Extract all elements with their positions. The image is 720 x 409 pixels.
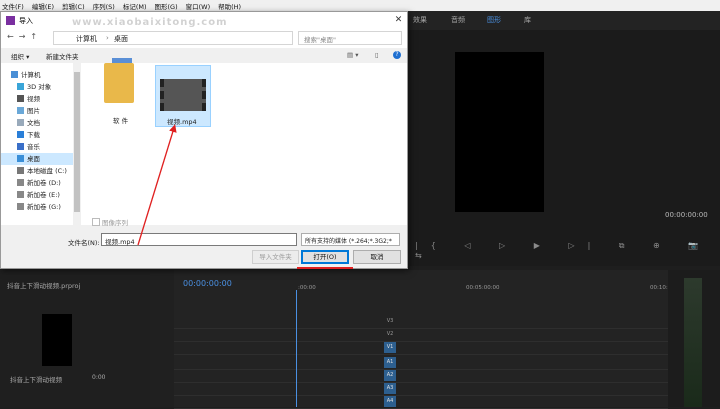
filename-label: 文件名(N): bbox=[68, 239, 100, 247]
track-label[interactable]: A2 bbox=[384, 370, 396, 381]
cube-icon bbox=[17, 83, 24, 90]
tab-audio[interactable]: 音频 bbox=[451, 15, 465, 25]
checkbox-icon bbox=[92, 218, 100, 226]
monitor-timecode: 00:00:00:00 bbox=[665, 211, 708, 219]
track-row: A2 bbox=[174, 370, 668, 383]
track-label[interactable]: A1 bbox=[384, 357, 396, 368]
file-label: 视频.mp4 bbox=[167, 118, 197, 126]
playhead[interactable] bbox=[296, 290, 297, 407]
organize-button[interactable]: 组织 ▾ bbox=[11, 51, 29, 61]
search-input[interactable]: 搜索"桌面" bbox=[298, 31, 402, 45]
ruler-label: :00:00 bbox=[298, 285, 316, 291]
folder-label: 软 件 bbox=[113, 117, 129, 125]
monitor-video-frame bbox=[455, 52, 544, 212]
image-sequence-checkbox[interactable]: 图像序列 bbox=[92, 217, 128, 227]
filetype-select[interactable]: 所有支持的媒体 (*.264;*.3G2;* bbox=[301, 233, 400, 246]
help-icon[interactable]: ? bbox=[393, 51, 401, 59]
track-row: V2 bbox=[174, 329, 668, 342]
filename-input[interactable]: 视频.mp4 bbox=[101, 233, 297, 246]
sidebar-nav: 计算机 3D 对象 视频 图片 文档 下载 音乐 桌面 本地磁盘 (C:) 新加… bbox=[1, 63, 89, 225]
drive-icon bbox=[17, 179, 24, 186]
menu-sequence[interactable]: 序列(S) bbox=[93, 1, 115, 11]
address-bar: ←→↑ 计算机 › 桌面 搜索"桌面" bbox=[1, 29, 407, 48]
folder-shape bbox=[104, 63, 134, 103]
tools-panel bbox=[150, 270, 174, 407]
nav-arrows-icon[interactable]: ←→↑ bbox=[7, 32, 42, 41]
command-bar: 组织 ▾ 新建文件夹 ▤ ▾ ▯ ? bbox=[1, 48, 407, 63]
menu-edit[interactable]: 编辑(E) bbox=[32, 1, 54, 11]
project-title: 抖音上下滑动视频.prproj bbox=[7, 282, 81, 290]
dialog-title: 导入 bbox=[19, 17, 33, 25]
track-label[interactable]: A3 bbox=[384, 383, 396, 394]
menu-graphics[interactable]: 图形(G) bbox=[155, 1, 178, 11]
project-panel bbox=[0, 270, 150, 407]
breadcrumb-computer[interactable]: 计算机 bbox=[76, 34, 97, 44]
tab-graphics[interactable]: 图形 bbox=[487, 15, 501, 25]
timeline-timecode[interactable]: 00:00:00:00 bbox=[183, 279, 232, 288]
scrollbar-thumb[interactable] bbox=[74, 72, 80, 212]
menu-file[interactable]: 文件(F) bbox=[2, 1, 24, 11]
computer-icon bbox=[11, 71, 18, 78]
open-button[interactable]: 打开(O) bbox=[301, 250, 349, 264]
cancel-button[interactable]: 取消 bbox=[353, 250, 401, 264]
watermark-text: www.xiaobaixitong.com bbox=[72, 17, 228, 28]
project-clip-duration: 0:00 bbox=[92, 374, 106, 381]
project-clip-name: 抖音上下滑动视频 bbox=[10, 376, 62, 384]
picture-icon bbox=[17, 107, 24, 114]
track-label[interactable]: A4 bbox=[384, 396, 396, 407]
drive-icon bbox=[17, 167, 24, 174]
app-menubar: 文件(F) 编辑(E) 剪辑(C) 序列(S) 标记(M) 图形(G) 窗口(W… bbox=[0, 0, 720, 11]
track-row: A4 bbox=[174, 396, 668, 409]
view-options-icon[interactable]: ▤ ▾ bbox=[347, 51, 358, 59]
download-icon bbox=[17, 131, 24, 138]
track-label[interactable]: V3 bbox=[384, 316, 396, 327]
track-row: V1 bbox=[174, 342, 668, 355]
new-folder-button[interactable]: 新建文件夹 bbox=[46, 51, 79, 61]
tab-effects[interactable]: 效果 bbox=[413, 15, 427, 25]
music-icon bbox=[17, 143, 24, 150]
drive-icon bbox=[17, 191, 24, 198]
import-folder-button[interactable]: 导入文件夹 bbox=[252, 250, 299, 264]
track-row: V3 bbox=[174, 316, 668, 329]
menu-window[interactable]: 窗口(W) bbox=[186, 1, 211, 11]
premiere-icon bbox=[6, 16, 15, 25]
highlight-underline bbox=[297, 267, 353, 269]
close-icon[interactable]: ✕ bbox=[390, 12, 407, 29]
project-clip-thumbnail[interactable] bbox=[42, 314, 72, 366]
ruler-label: 00:05:00:00 bbox=[466, 285, 500, 291]
folder-item-software[interactable] bbox=[102, 57, 142, 113]
address-field[interactable]: 计算机 › 桌面 bbox=[53, 31, 293, 45]
film-icon bbox=[17, 95, 24, 102]
video-file-icon bbox=[160, 79, 206, 111]
drive-icon bbox=[17, 203, 24, 210]
desktop-icon bbox=[17, 155, 24, 162]
playback-controls[interactable]: |{ ◁ ▷ ▶ ▷| ⧉ ⊕ 📷 ⇆ bbox=[415, 241, 715, 260]
preview-pane-icon[interactable]: ▯ bbox=[375, 51, 379, 59]
track-row: A1 bbox=[174, 357, 668, 370]
document-icon bbox=[17, 119, 24, 126]
import-dialog: 导入 ✕ ←→↑ 计算机 › 桌面 搜索"桌面" 组织 ▾ 新建文件夹 ▤ ▾ … bbox=[0, 11, 408, 269]
search-placeholder: 搜索"桌面" bbox=[304, 36, 336, 44]
tab-library[interactable]: 库 bbox=[524, 15, 531, 25]
track-label[interactable]: V2 bbox=[384, 329, 396, 340]
menu-clip[interactable]: 剪辑(C) bbox=[62, 1, 85, 11]
sidebar-item-computer[interactable]: 计算机 bbox=[1, 69, 83, 81]
track-row: A3 bbox=[174, 383, 668, 396]
menu-marker[interactable]: 标记(M) bbox=[123, 1, 147, 11]
breadcrumb-desktop[interactable]: 桌面 bbox=[114, 34, 128, 44]
menu-help[interactable]: 帮助(H) bbox=[218, 1, 241, 11]
track-label[interactable]: V1 bbox=[384, 342, 396, 353]
audio-meter-bar bbox=[684, 278, 702, 407]
